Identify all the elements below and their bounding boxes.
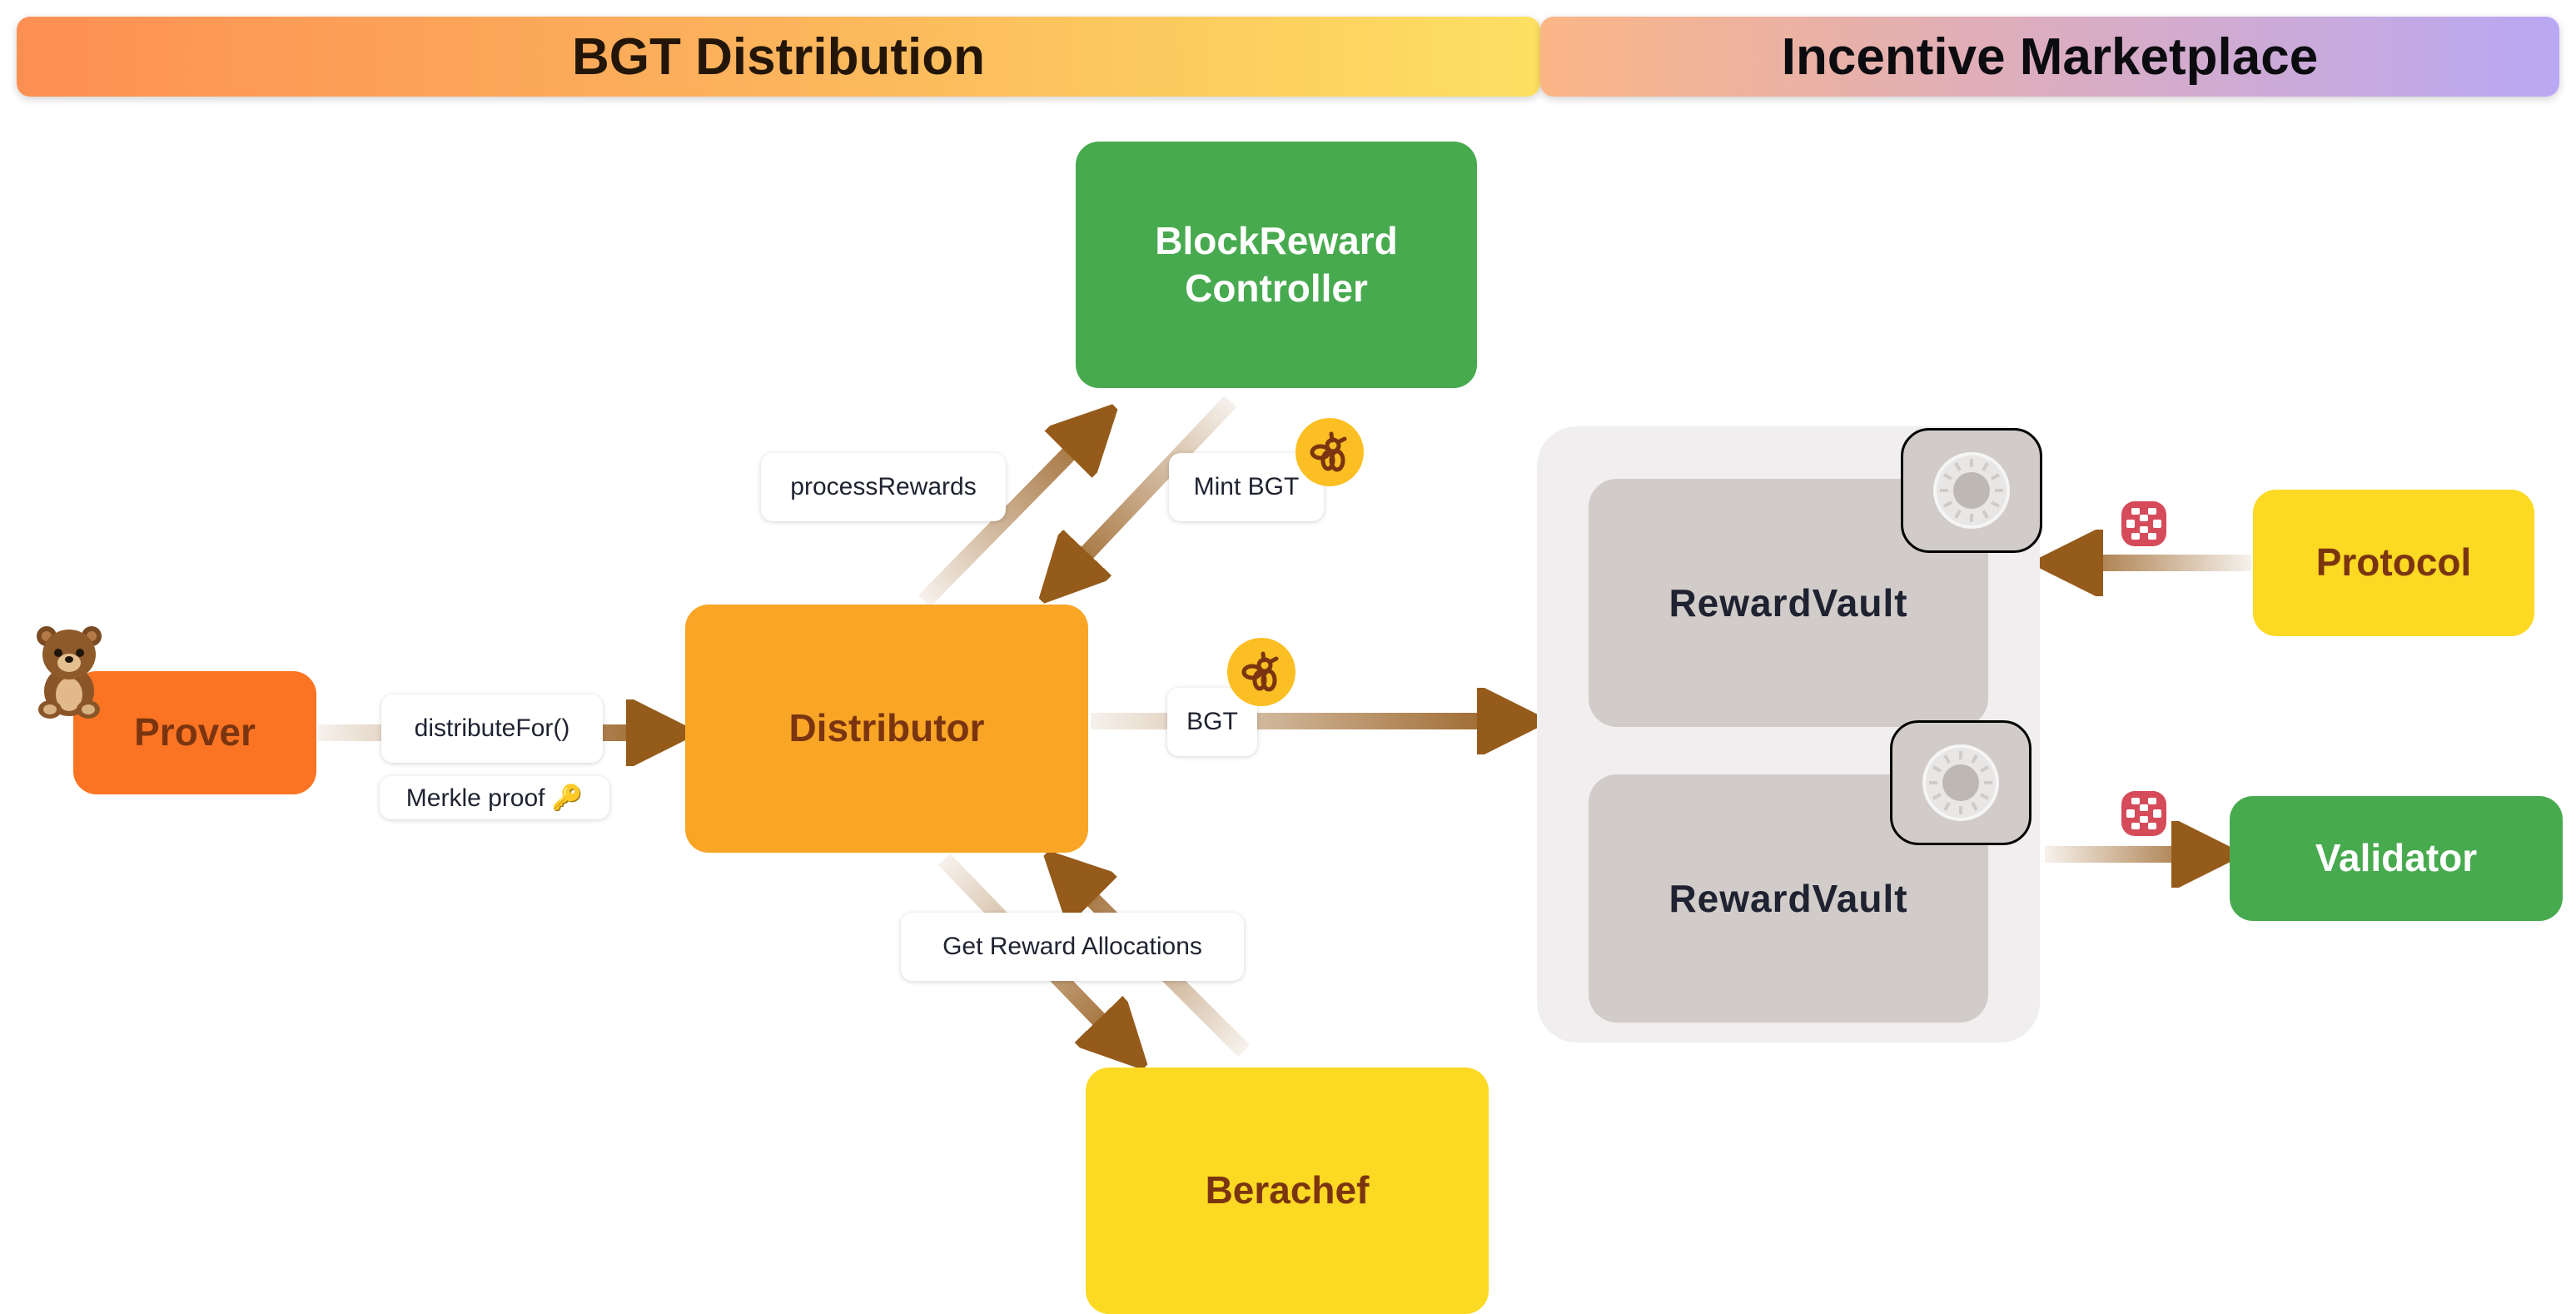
node-distributor[interactable]: Distributor: [685, 605, 1088, 853]
bee-icon: [1227, 638, 1295, 706]
node-protocol[interactable]: Protocol: [2253, 490, 2534, 636]
edge-label-get-reward-allocations: Get Reward Allocations: [901, 913, 1244, 981]
bee-icon: [1295, 418, 1364, 486]
node-label: RewardVault: [1668, 877, 1908, 920]
node-label: Berachef: [1205, 1168, 1370, 1212]
node-label: Protocol: [2315, 540, 2472, 585]
node-berachef[interactable]: Berachef: [1086, 1068, 1489, 1314]
teddy-bear-icon: [32, 623, 107, 719]
node-prover[interactable]: Prover: [73, 671, 316, 794]
incentive-token-icon: [2121, 791, 2166, 836]
incentive-token-icon: [2121, 501, 2166, 546]
section-header-incentive-marketplace: Incentive Marketplace: [1540, 17, 2559, 97]
edge-label-distribute-for: distributeFor(): [381, 694, 603, 763]
node-label: Validator: [2315, 836, 2478, 880]
node-label: Prover: [134, 710, 256, 754]
node-label: BlockReward Controller: [1155, 218, 1398, 311]
node-label: Distributor: [788, 706, 985, 750]
safe-dial-icon: [1901, 428, 2042, 553]
edge-label-merkle-proof: Merkle proof 🔑: [380, 776, 609, 819]
node-block-reward-controller[interactable]: BlockReward Controller: [1076, 142, 1477, 388]
node-validator[interactable]: Validator: [2230, 796, 2563, 921]
edge-label-process-rewards: processRewards: [761, 453, 1006, 521]
node-label: RewardVault: [1668, 581, 1908, 625]
safe-dial-icon: [1890, 720, 2031, 845]
section-header-bgt-distribution: BGT Distribution: [17, 17, 1540, 97]
